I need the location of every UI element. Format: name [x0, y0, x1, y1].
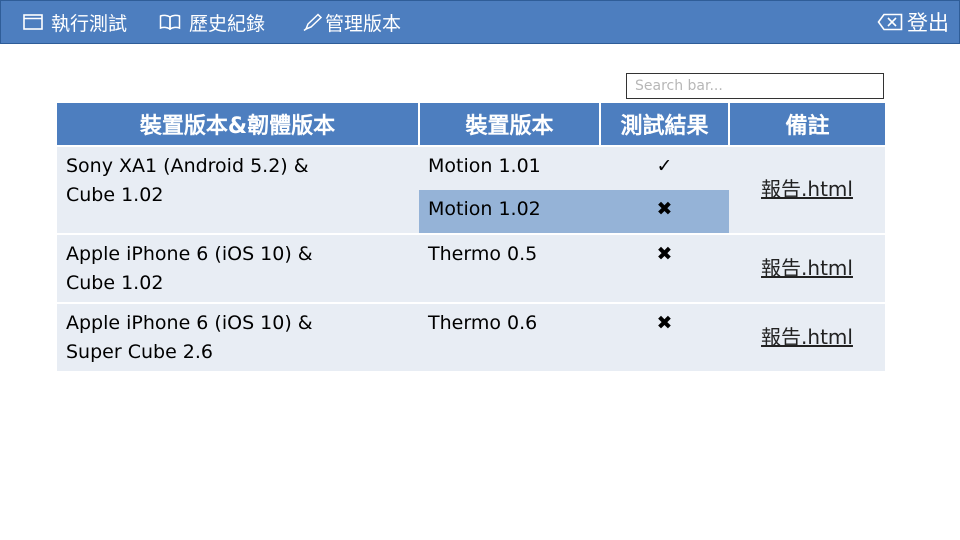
window-icon [23, 14, 51, 30]
logout-label: 登出 [907, 11, 949, 35]
firmware-line: Super Cube 2.6 [66, 341, 214, 363]
nav-manage-version[interactable]: 管理版本 [303, 7, 401, 37]
header-device-firmware[interactable]: 裝置版本&韌體版本 [57, 103, 420, 146]
pencil-icon [303, 13, 325, 31]
book-icon [159, 14, 189, 30]
nav-run-test[interactable]: 執行測試 [23, 7, 127, 37]
note-cell: 報告.html [729, 145, 885, 234]
note-cell: 報告.html [729, 233, 885, 303]
header-notes[interactable]: 備註 [729, 103, 885, 146]
version-cell: Thermo 0.5 [419, 233, 600, 303]
firmware-line: Cube 1.02 [66, 184, 164, 206]
nav-history-label: 歷史紀錄 [189, 12, 266, 35]
version-cell: Motion 1.01 [419, 145, 600, 190]
result-pass-icon: ✓ [600, 145, 729, 190]
header-test-result[interactable]: 測試結果 [600, 103, 730, 146]
header-device-version[interactable]: 裝置版本 [419, 103, 601, 146]
report-link[interactable]: 報告.html [761, 177, 853, 201]
firmware-line: Cube 1.02 [66, 272, 164, 294]
table-row: Apple iPhone 6 (iOS 10) & Super Cube 2.6… [57, 302, 885, 371]
device-line: Apple iPhone 6 (iOS 10) & [66, 312, 313, 334]
table-row: Apple iPhone 6 (iOS 10) & Cube 1.02 Ther… [57, 233, 885, 303]
nav-history[interactable]: 歷史紀錄 [159, 7, 265, 37]
report-link[interactable]: 報告.html [761, 325, 853, 349]
logout-button[interactable]: 登出 [877, 7, 949, 37]
result-fail-icon: ✖ [600, 233, 729, 303]
logout-icon [877, 13, 907, 31]
device-firmware-cell: Apple iPhone 6 (iOS 10) & Super Cube 2.6 [57, 302, 419, 371]
table-header-row: 裝置版本&韌體版本 裝置版本 測試結果 備註 [57, 103, 885, 146]
device-firmware-cell: Apple iPhone 6 (iOS 10) & Cube 1.02 [57, 233, 419, 303]
device-line: Apple iPhone 6 (iOS 10) & [66, 243, 313, 265]
table-row: Sony XA1 (Android 5.2) & Cube 1.02 Motio… [57, 145, 885, 234]
device-line: Sony XA1 (Android 5.2) & [66, 155, 309, 177]
version-cell: Motion 1.02 [419, 190, 600, 234]
nav-manage-label: 管理版本 [325, 12, 402, 35]
device-firmware-cell: Sony XA1 (Android 5.2) & Cube 1.02 [57, 145, 419, 234]
note-cell: 報告.html [729, 302, 885, 371]
report-link[interactable]: 報告.html [761, 256, 853, 280]
top-nav-bar: 執行測試 歷史紀錄 管理版本 登出 [0, 0, 960, 44]
search-input[interactable] [626, 73, 884, 99]
nav-run-label: 執行測試 [51, 12, 128, 35]
result-fail-icon: ✖ [600, 190, 729, 234]
result-fail-icon: ✖ [600, 302, 729, 371]
version-cell: Thermo 0.6 [419, 302, 600, 371]
results-table: 裝置版本&韌體版本 裝置版本 測試結果 備註 Sony XA1 (Android… [57, 103, 885, 371]
